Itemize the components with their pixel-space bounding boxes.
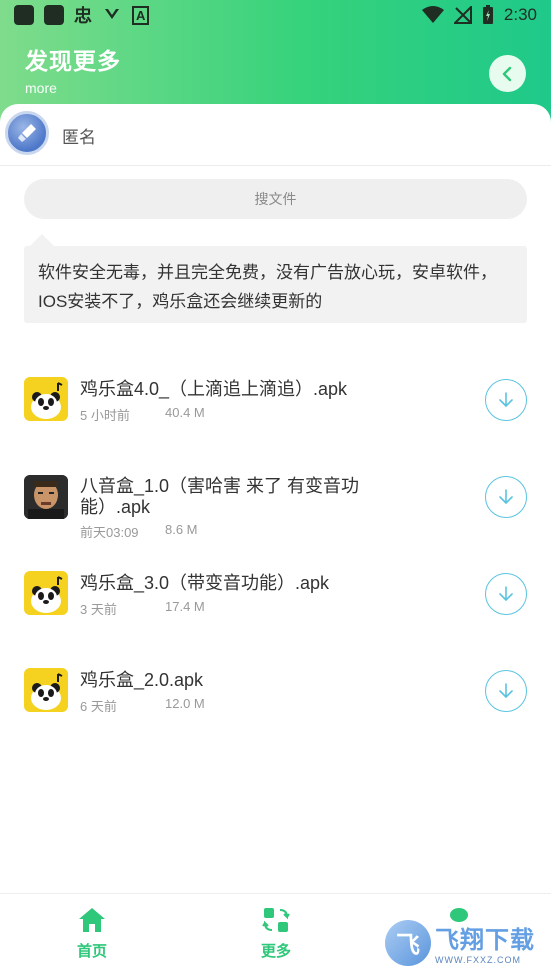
file-title[interactable]: 鸡乐盒_2.0.apk [80, 670, 410, 691]
swap-icon [262, 908, 290, 932]
file-time: 3 天前 [80, 602, 117, 617]
list-item[interactable]: 鸡乐盒4.0_（上滴追上滴追）.apk 5 小时前 40.4 M [0, 359, 551, 439]
screen: 忠 A 2:30 发现更多 more 匿名 搜文件 软件安全无毒，并且完全免费，… [0, 0, 551, 979]
download-button[interactable] [485, 573, 527, 615]
file-meta: 6 天前 12.0 M [80, 696, 205, 715]
clock: 2:30 [503, 5, 537, 24]
home-icon [79, 908, 105, 932]
list-item[interactable]: 鸡乐盒_3.0（带变音功能）.apk 3 天前 17.4 M [0, 553, 551, 633]
file-meta: 3 天前 17.4 M [80, 599, 205, 618]
signal-icon [453, 6, 472, 24]
download-button[interactable] [485, 670, 527, 712]
notification-icon [14, 5, 34, 25]
file-size: 12.0 M [165, 696, 205, 711]
nav-label-home: 首页 [76, 943, 107, 960]
watermark-logo: 飞 飞翔下载 WWW.FXXZ.COM [385, 915, 545, 970]
file-size: 17.4 M [165, 599, 205, 614]
watermark-logo-icon: 飞 [385, 919, 431, 966]
file-title[interactable]: 鸡乐盒4.0_（上滴追上滴追）.apk [80, 379, 410, 400]
description-bubble: 软件安全无毒，并且完全免费，没有广告放心玩，安卓软件，IOS安装不了，鸡乐盒还会… [24, 246, 527, 323]
back-button[interactable] [489, 55, 526, 92]
panda-app-icon [24, 571, 68, 615]
app-notification-icon: 忠 [74, 6, 92, 26]
watermark-url: WWW.FXXZ.COM [435, 955, 521, 965]
download-icon [499, 586, 513, 601]
wifi-icon [421, 6, 444, 23]
nav-item-more[interactable]: 更多 [236, 906, 316, 961]
chevron-left-icon [502, 66, 511, 81]
file-meta: 5 小时前 40.4 M [80, 405, 205, 424]
battery-icon [482, 5, 493, 24]
download-icon [499, 392, 513, 407]
status-bar: 忠 A 2:30 [0, 0, 551, 30]
man-app-icon [24, 475, 68, 519]
notification-icon [44, 5, 64, 25]
page-subtitle: more [25, 80, 57, 96]
file-size: 8.6 M [165, 522, 198, 537]
bubble-tail [30, 234, 54, 246]
file-time: 5 小时前 [80, 408, 130, 423]
page-header: 发现更多 more [25, 42, 121, 96]
file-time: 6 天前 [80, 699, 117, 714]
download-icon [499, 683, 513, 698]
download-button[interactable] [485, 476, 527, 518]
search-input[interactable]: 搜文件 [24, 179, 527, 219]
content-card: 匿名 搜文件 软件安全无毒，并且完全免费，没有广告放心玩，安卓软件，IOS安装不… [0, 104, 551, 904]
file-title[interactable]: 鸡乐盒_3.0（带变音功能）.apk [80, 573, 410, 594]
download-icon [499, 489, 513, 504]
avatar[interactable] [5, 111, 49, 155]
page-title: 发现更多 [25, 48, 121, 74]
nav-item-home[interactable]: 首页 [52, 906, 132, 961]
file-title[interactable]: 八音盒_1.0（害哈害 来了 有变音功能）.apk [80, 476, 410, 518]
app-notification-icon: A [132, 5, 150, 25]
user-row[interactable]: 匿名 [0, 104, 551, 166]
broom-icon [18, 124, 36, 142]
file-size: 40.4 M [165, 405, 205, 420]
list-item[interactable]: 鸡乐盒_2.0.apk 6 天前 12.0 M [0, 650, 551, 730]
panda-app-icon [24, 377, 68, 421]
app-logo-icon [105, 9, 119, 19]
user-name: 匿名 [62, 128, 96, 147]
download-button[interactable] [485, 379, 527, 421]
file-meta: 前天03:09 8.6 M [80, 522, 198, 541]
watermark-text: 飞翔下载 [435, 927, 535, 954]
panda-app-icon [24, 668, 68, 712]
nav-label-more: 更多 [260, 943, 291, 960]
file-time: 前天03:09 [80, 525, 139, 540]
list-item[interactable]: 八音盒_1.0（害哈害 来了 有变音功能）.apk 前天03:09 8.6 M [0, 456, 551, 546]
